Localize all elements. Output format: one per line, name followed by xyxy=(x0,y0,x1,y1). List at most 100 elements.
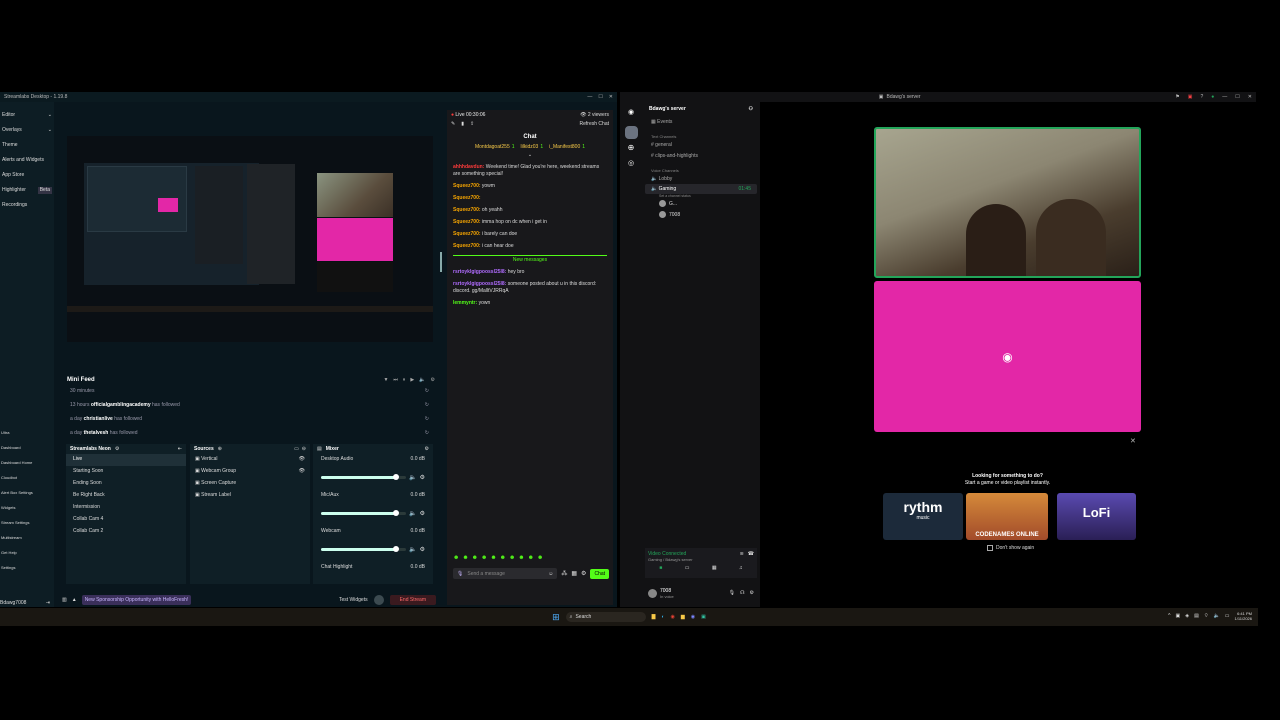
sidebar-item[interactable]: Settings xyxy=(0,562,54,577)
signal-icon[interactable]: ≋ xyxy=(740,551,744,557)
source-item[interactable]: ▣ Stream Label xyxy=(190,490,310,502)
chat-user[interactable]: Squeez700: xyxy=(453,219,482,225)
soundboard-icon[interactable]: ♫ xyxy=(739,565,743,571)
update-icon[interactable]: ● xyxy=(1211,94,1214,100)
emote-icon[interactable]: ☻ xyxy=(537,555,543,561)
sidebar-item[interactable]: Stream Settings xyxy=(0,517,54,532)
chat-user[interactable]: Squeez700: xyxy=(453,207,482,213)
visibility-icon[interactable]: 👁 xyxy=(299,456,305,464)
discord-taskbar-icon[interactable]: ◉ xyxy=(691,614,695,620)
mute-icon[interactable]: 🔈 xyxy=(409,546,416,553)
expand-icon[interactable]: ⇤ xyxy=(178,446,182,452)
sidebar-item[interactable]: Widgets xyxy=(0,502,54,517)
volume-icon[interactable]: 🔈 xyxy=(1214,613,1220,619)
replay-icon[interactable]: ↻ xyxy=(425,416,429,430)
chat-user[interactable]: ahhhdavdun: xyxy=(453,164,486,170)
voice-user[interactable]: 7008 xyxy=(645,209,757,220)
events-item[interactable]: ▦ Events xyxy=(645,116,757,128)
maximize-icon[interactable]: ☐ xyxy=(598,94,602,100)
emote-icon[interactable]: ☻ xyxy=(462,555,468,561)
clock-date[interactable]: 1/11/2026 xyxy=(1235,616,1253,621)
close-icon[interactable]: ✕ xyxy=(609,94,613,100)
mic-icon[interactable]: 🎙 xyxy=(457,571,463,577)
camera-icon[interactable]: ■ xyxy=(659,565,662,571)
tray-icon-2[interactable]: ▤ xyxy=(1194,613,1199,619)
sidebar-item[interactable]: Dashboard Home xyxy=(0,457,54,472)
activity-tile-rythm[interactable]: rythm music xyxy=(883,493,963,540)
source-item[interactable]: ▣ Webcam Group 👁 xyxy=(190,466,310,478)
start-icon[interactable]: ⊞ xyxy=(552,612,560,623)
user-settings-icon[interactable]: ⚙ xyxy=(750,590,754,596)
minimize-icon[interactable]: — xyxy=(1222,94,1227,100)
chat-user[interactable]: Squeez700: xyxy=(453,231,482,237)
chat-user[interactable]: Squeez700: xyxy=(453,195,481,201)
skip-icon[interactable]: ⏭ xyxy=(393,377,398,383)
emote-icon[interactable]: ☻ xyxy=(518,555,524,561)
end-stream-button[interactable]: End Stream xyxy=(389,595,436,605)
gift-icon[interactable]: ▦ xyxy=(571,570,577,577)
activity-icon[interactable]: ▦ xyxy=(712,565,717,571)
emote-icon[interactable]: ☻ xyxy=(490,555,496,561)
close-activity-icon[interactable]: ✕ xyxy=(1130,437,1136,445)
warning-icon[interactable]: ▲ xyxy=(72,597,77,603)
tray-chevron-icon[interactable]: ^ xyxy=(1168,613,1170,619)
close-icon[interactable]: ✕ xyxy=(1248,94,1252,100)
mixer-settings-icon[interactable]: ⚙ xyxy=(425,446,429,452)
text-channel[interactable]: # clips-and-highlights xyxy=(645,151,757,162)
sidebar-item[interactable]: Theme xyxy=(0,138,54,153)
server-avatar[interactable] xyxy=(624,126,638,139)
play-icon[interactable]: ▶ xyxy=(410,377,414,383)
pause-icon[interactable]: ⏸ xyxy=(403,377,406,383)
help-icon[interactable]: ? xyxy=(1200,94,1203,100)
collapse-icon[interactable]: ⇥ xyxy=(46,600,50,606)
performance-icon[interactable]: ▥ xyxy=(62,597,67,603)
mic-icon[interactable]: 🎙 xyxy=(729,590,735,596)
sidebar-item[interactable]: Editor ⌄ xyxy=(0,108,54,123)
taskbar-search[interactable]: ⌕ Search xyxy=(565,612,646,622)
chrome-icon[interactable]: ◉ xyxy=(671,614,675,620)
scene-item[interactable]: Collab Cam 2 xyxy=(66,526,186,538)
settings-icon[interactable]: ⚙ xyxy=(420,474,425,481)
sidebar-item[interactable]: Alert Box Settings xyxy=(0,487,54,502)
sidebar-item[interactable]: Multistream xyxy=(0,532,54,547)
emote-icon[interactable]: ☻ xyxy=(481,555,487,561)
test-widgets-button[interactable]: Test Widgets xyxy=(339,597,368,603)
add-source-icon[interactable]: ⊕ xyxy=(218,446,222,452)
chat-user[interactable]: rsrtoyklgigpoossl25l8: xyxy=(453,281,508,287)
sidebar-item[interactable]: Overlays ⌄ xyxy=(0,123,54,138)
settings-icon[interactable]: ⚙ xyxy=(420,546,425,553)
share-icon[interactable]: ⇪ xyxy=(470,121,474,127)
disconnect-icon[interactable]: ☎ xyxy=(748,551,754,557)
chat-user[interactable]: Squeez700: xyxy=(453,243,482,249)
source-item[interactable]: ▣ Vertical 👁 xyxy=(190,454,310,466)
discord-home-icon[interactable]: ◉ xyxy=(625,108,637,120)
scene-item[interactable]: Intermission xyxy=(66,502,186,514)
user-avatar[interactable] xyxy=(648,588,657,598)
server-name[interactable]: Bdawg's server xyxy=(649,106,686,112)
sidebar-item[interactable]: App Store xyxy=(0,168,54,183)
activity-tile-lofi[interactable]: LoFi xyxy=(1057,493,1136,540)
inbox-icon[interactable]: ▣ xyxy=(1188,94,1193,100)
sidebar-item[interactable]: Highlighter Beta xyxy=(0,183,54,198)
scene-item[interactable]: Ending Soon xyxy=(66,478,186,490)
scene-item[interactable]: Starting Soon xyxy=(66,466,186,478)
minimize-icon[interactable]: — xyxy=(587,94,592,100)
text-channel[interactable]: # general xyxy=(645,140,757,151)
replay-icon[interactable]: ↻ xyxy=(425,402,429,416)
splitter[interactable] xyxy=(440,252,442,272)
emoji-icon[interactable]: ☺ xyxy=(548,571,553,577)
webcam-tile[interactable] xyxy=(874,127,1141,278)
battery-icon[interactable]: ▭ xyxy=(1225,613,1230,619)
folder-icon[interactable]: ▆ xyxy=(681,614,685,620)
voice-channel[interactable]: 🔈 Lobby xyxy=(645,174,757,184)
volume-slider[interactable] xyxy=(321,510,407,516)
scene-item[interactable]: Live xyxy=(66,454,186,466)
settings-icon[interactable]: ⚙ xyxy=(431,377,435,383)
screen-share-icon[interactable]: ▭ xyxy=(685,565,690,571)
sidebar-item[interactable]: Get Help xyxy=(0,547,54,562)
promo-banner[interactable]: New Sponsorship Opportunity with HelloFr… xyxy=(81,595,192,605)
chat-user[interactable]: lemmyntr: xyxy=(453,300,479,306)
emote-icon[interactable]: ☻ xyxy=(453,555,459,561)
mute-icon[interactable]: 🔈 xyxy=(419,377,425,383)
emote-icon[interactable]: ☻ xyxy=(528,555,534,561)
